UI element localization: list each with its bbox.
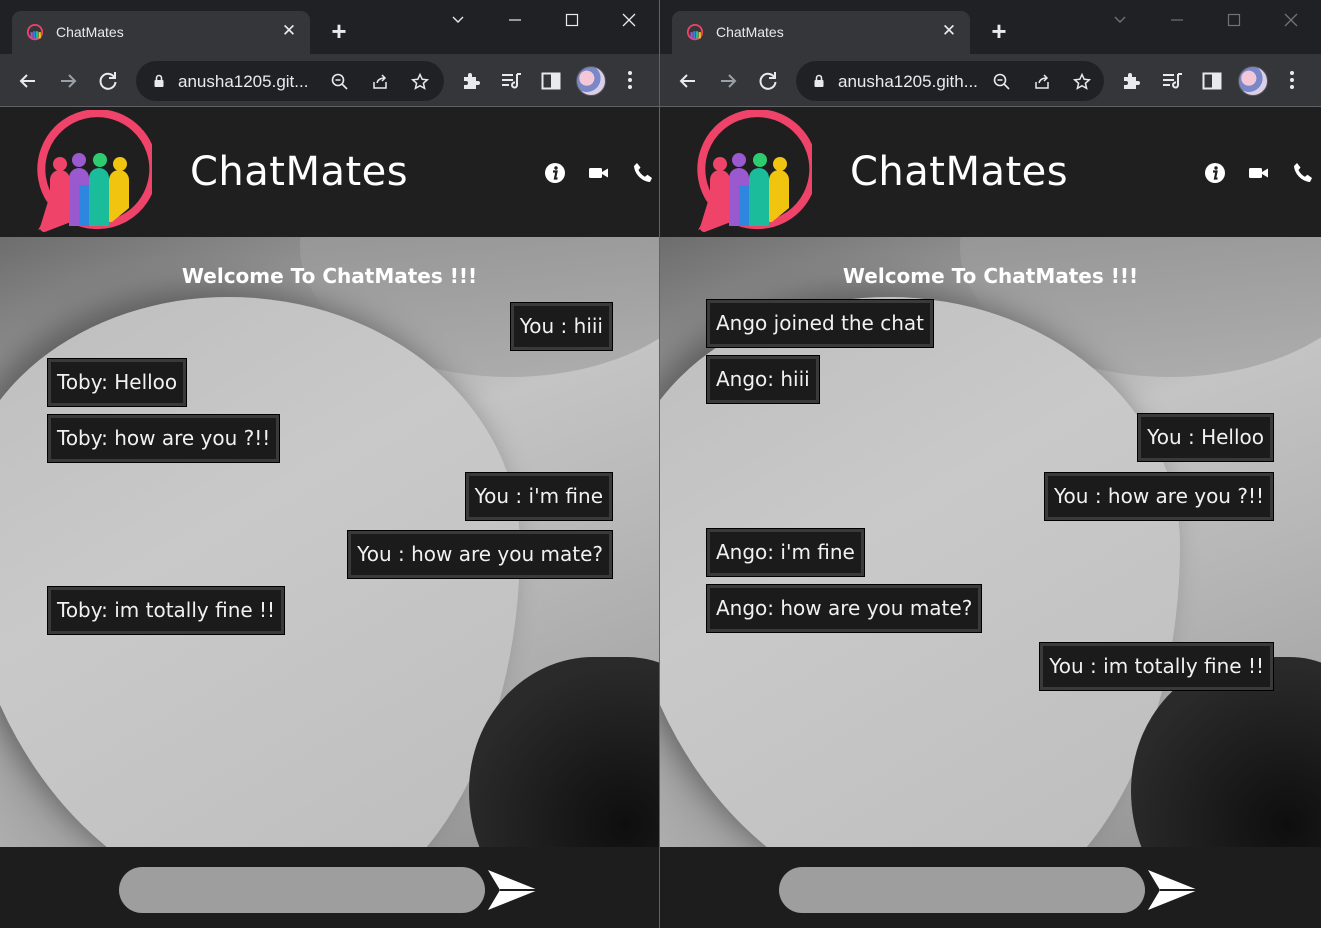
message-bubble: You : how are you mate? (348, 531, 612, 578)
tab-close-icon[interactable]: ✕ (938, 20, 960, 42)
close-window-icon[interactable] (1277, 8, 1305, 32)
app-title: ChatMates (850, 149, 1069, 195)
message-bubble: Toby: Helloo (48, 359, 187, 406)
chat-messages: Welcome To ChatMates !!! You : hiii Toby… (0, 237, 659, 847)
chatmates-logo-icon (37, 110, 152, 232)
tab-chatmates[interactable]: ChatMates ✕ (672, 11, 970, 54)
arrow-left-icon[interactable] (14, 67, 42, 95)
star-icon[interactable] (410, 72, 430, 92)
phone-icon[interactable] (631, 161, 655, 185)
app-header: ChatMates (660, 107, 1321, 237)
video-call-icon[interactable] (1247, 161, 1271, 185)
chat-messages: Welcome To ChatMates !!! Ango joined the… (660, 237, 1321, 847)
app-header: ChatMates (0, 107, 659, 237)
browser-toolbar: anusha1205.git... (0, 54, 659, 107)
arrow-right-icon[interactable] (714, 67, 742, 95)
info-icon[interactable] (1203, 161, 1227, 185)
message-bubble: You : Helloo (1138, 414, 1273, 461)
address-bar[interactable]: anusha1205.gith... (796, 61, 1104, 101)
maximize-icon[interactable] (1220, 8, 1248, 32)
message-composer (0, 847, 659, 928)
welcome-message: Welcome To ChatMates !!! (842, 264, 1139, 288)
message-bubble: Toby: im totally fine !! (48, 587, 285, 634)
minimize-icon[interactable] (501, 8, 529, 32)
chatmates-logo-icon (26, 24, 44, 41)
chatmates-logo-icon (697, 110, 812, 232)
chatmates-logo-icon (686, 24, 704, 41)
media-control-icon[interactable] (499, 69, 523, 93)
reload-icon[interactable] (754, 67, 782, 95)
maximize-icon[interactable] (558, 8, 586, 32)
message-bubble: Ango: i'm fine (707, 529, 864, 576)
minimize-icon[interactable] (1163, 8, 1191, 32)
message-bubble: Ango joined the chat (707, 300, 933, 347)
kebab-menu-icon[interactable] (1289, 69, 1295, 91)
avatar[interactable] (1238, 66, 1268, 96)
media-control-icon[interactable] (1160, 69, 1184, 93)
browser-toolbar: anusha1205.gith... (660, 54, 1321, 107)
url-text: anusha1205.gith... (838, 72, 978, 91)
zoom-icon[interactable] (330, 72, 350, 92)
tab-title: ChatMates (716, 24, 784, 40)
star-icon[interactable] (1072, 72, 1092, 92)
message-bubble: You : hiii (510, 303, 612, 350)
side-panel-icon[interactable] (539, 69, 563, 93)
message-input[interactable] (119, 867, 485, 913)
message-input[interactable] (779, 867, 1145, 913)
browser-window-right: ChatMates ✕ + anusha1205.gith... ChatMat… (660, 0, 1321, 928)
tab-strip: ChatMates ✕ + (0, 0, 659, 54)
phone-icon[interactable] (1291, 161, 1315, 185)
lock-icon[interactable] (151, 73, 167, 89)
video-call-icon[interactable] (587, 161, 611, 185)
chat-page: ChatMates Welcome To ChatMates !!! Ango … (660, 107, 1321, 928)
reload-icon[interactable] (94, 67, 122, 95)
share-icon[interactable] (1032, 72, 1052, 92)
message-composer (660, 847, 1321, 928)
url-text: anusha1205.git... (178, 72, 309, 91)
chat-page: ChatMates Welcome To ChatMates !!! You :… (0, 107, 659, 928)
message-bubble: You : how are you ?!! (1044, 473, 1273, 520)
message-bubble: You : im totally fine !! (1040, 643, 1273, 690)
browser-window-left: ChatMates ✕ + anusha1205.git... ChatMate… (0, 0, 659, 928)
arrow-right-icon[interactable] (54, 67, 82, 95)
send-icon[interactable] (486, 866, 540, 914)
message-bubble: You : i'm fine (465, 473, 612, 520)
tab-chatmates[interactable]: ChatMates ✕ (12, 11, 310, 54)
arrow-left-icon[interactable] (674, 67, 702, 95)
tab-close-icon[interactable]: ✕ (278, 20, 300, 42)
welcome-message: Welcome To ChatMates !!! (181, 264, 478, 288)
tab-search-icon[interactable] (444, 8, 472, 32)
message-bubble: Toby: how are you ?!! (48, 415, 280, 462)
send-icon[interactable] (1146, 866, 1200, 914)
puzzle-icon[interactable] (1120, 69, 1144, 93)
puzzle-icon[interactable] (460, 69, 484, 93)
message-bubble: Ango: hiii (707, 356, 819, 403)
close-window-icon[interactable] (615, 8, 643, 32)
tab-search-icon[interactable] (1106, 8, 1134, 32)
kebab-menu-icon[interactable] (627, 69, 633, 91)
new-tab-button[interactable]: + (985, 18, 1013, 46)
tab-title: ChatMates (56, 24, 124, 40)
avatar[interactable] (576, 66, 606, 96)
message-bubble: Ango: how are you mate? (707, 585, 982, 632)
info-icon[interactable] (543, 161, 567, 185)
lock-icon[interactable] (811, 73, 827, 89)
side-panel-icon[interactable] (1200, 69, 1224, 93)
tab-strip: ChatMates ✕ + (660, 0, 1321, 54)
zoom-icon[interactable] (992, 72, 1012, 92)
app-title: ChatMates (190, 149, 409, 195)
address-bar[interactable]: anusha1205.git... (136, 61, 444, 101)
new-tab-button[interactable]: + (325, 18, 353, 46)
share-icon[interactable] (370, 72, 390, 92)
